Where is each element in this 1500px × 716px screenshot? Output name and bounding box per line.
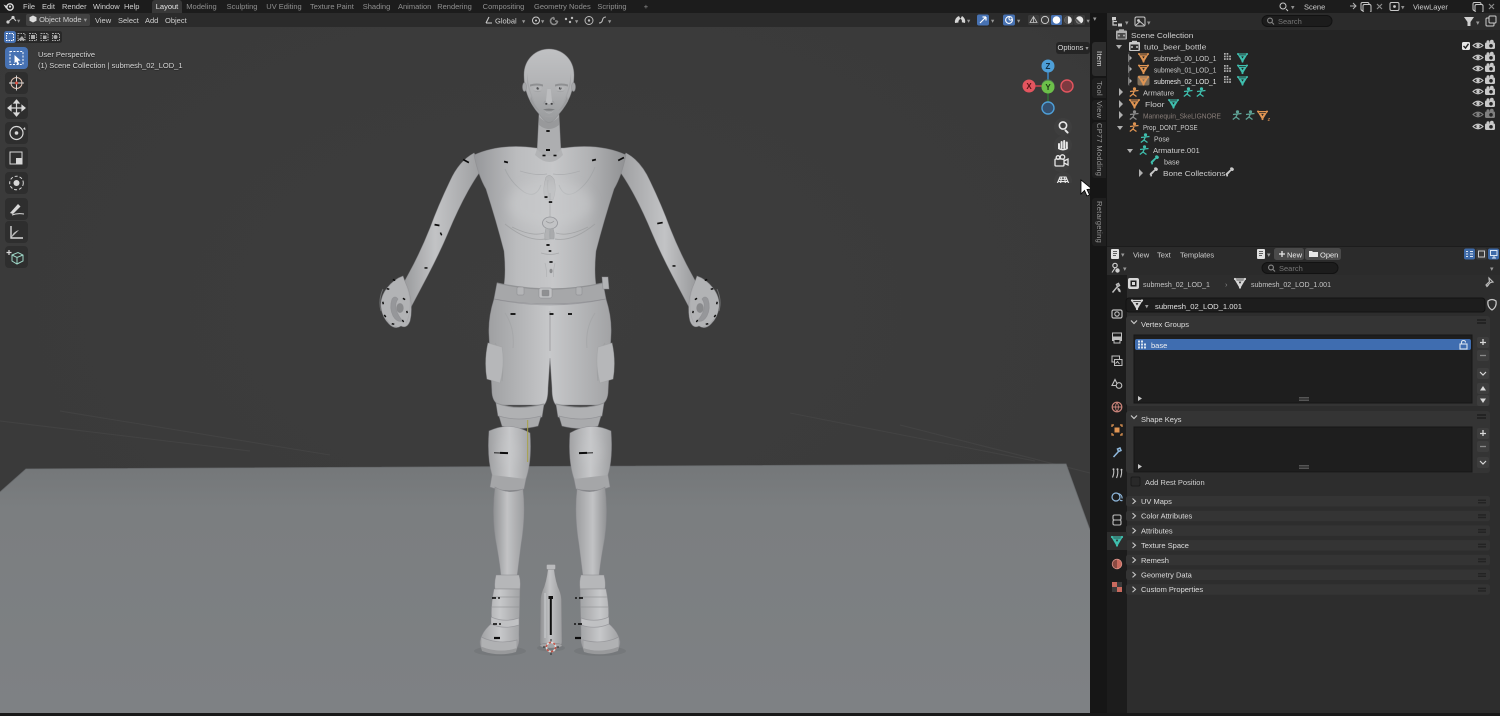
svg-text:▾: ▾ xyxy=(1147,20,1151,27)
svg-text:▾: ▾ xyxy=(1490,266,1494,273)
svg-text:submesh_02_LOD_1.001: submesh_02_LOD_1.001 xyxy=(1155,302,1242,311)
svg-text:Mannequin_SkeLIGNORE: Mannequin_SkeLIGNORE xyxy=(1143,112,1221,121)
svg-text:Bone Collections: Bone Collections xyxy=(1163,169,1226,178)
svg-text:submesh_02_LOD_1: submesh_02_LOD_1 xyxy=(1143,280,1210,289)
svg-text:▾: ▾ xyxy=(1401,5,1405,12)
svg-text:Search: Search xyxy=(1279,264,1303,273)
svg-text:ViewLayer: ViewLayer xyxy=(1413,3,1448,12)
svg-text:Global: Global xyxy=(495,17,517,26)
svg-text:Armature: Armature xyxy=(1143,89,1174,98)
svg-text:▾: ▾ xyxy=(1476,20,1480,27)
svg-text:base: base xyxy=(1164,158,1180,167)
svg-text:Texture Space: Texture Space xyxy=(1141,541,1189,550)
svg-text:submesh_00_LOD_1: submesh_00_LOD_1 xyxy=(1154,54,1216,63)
svg-text:▾: ▾ xyxy=(1145,304,1149,311)
svg-text:View: View xyxy=(1133,251,1150,260)
svg-text:Open: Open xyxy=(1320,251,1338,260)
svg-text:▾: ▾ xyxy=(608,19,612,26)
svg-text:▾: ▾ xyxy=(1125,20,1129,27)
svg-text:z: z xyxy=(1268,117,1271,123)
svg-text:▾: ▾ xyxy=(1121,252,1125,259)
svg-text:Color Attributes: Color Attributes xyxy=(1141,512,1193,521)
svg-text:Floor: Floor xyxy=(1145,100,1165,109)
svg-text:X: X xyxy=(1026,82,1032,91)
svg-text:base: base xyxy=(1151,341,1167,350)
svg-text:Shape Keys: Shape Keys xyxy=(1141,415,1182,424)
svg-text:Prop_DONT_POSE: Prop_DONT_POSE xyxy=(1143,123,1198,132)
svg-text:▾: ▾ xyxy=(522,19,526,26)
svg-text:▾: ▾ xyxy=(541,19,545,26)
svg-text:Remesh: Remesh xyxy=(1141,556,1169,565)
svg-text:Search: Search xyxy=(1278,17,1302,26)
svg-text:▾: ▾ xyxy=(1123,266,1127,273)
svg-text:Scene: Scene xyxy=(1304,3,1325,12)
svg-text:▾: ▾ xyxy=(575,19,579,26)
svg-text:▾: ▾ xyxy=(17,18,21,25)
svg-text:Add Rest Position: Add Rest Position xyxy=(1145,478,1205,487)
svg-text:›: › xyxy=(1225,280,1228,289)
svg-text:Scene Collection: Scene Collection xyxy=(1131,31,1193,40)
svg-text:submesh_02_LOD_1: submesh_02_LOD_1 xyxy=(1154,77,1216,86)
svg-text:submesh_01_LOD_1: submesh_01_LOD_1 xyxy=(1154,66,1216,75)
svg-text:Vertex Groups: Vertex Groups xyxy=(1141,320,1189,329)
svg-text:New: New xyxy=(1287,251,1303,260)
svg-text:▾: ▾ xyxy=(1267,252,1271,259)
svg-text:UV Maps: UV Maps xyxy=(1141,497,1172,506)
svg-text:Text: Text xyxy=(1157,251,1172,260)
svg-text:Armature.001: Armature.001 xyxy=(1153,146,1200,155)
svg-text:Y: Y xyxy=(1045,83,1051,92)
svg-text:▾: ▾ xyxy=(967,18,971,25)
svg-text:Z: Z xyxy=(1046,62,1051,71)
svg-text:submesh_02_LOD_1.001: submesh_02_LOD_1.001 xyxy=(1251,280,1331,289)
svg-text:tuto_beer_bottle: tuto_beer_bottle xyxy=(1144,43,1206,52)
svg-text:Templates: Templates xyxy=(1180,251,1214,260)
svg-text:Attributes: Attributes xyxy=(1141,526,1173,535)
svg-text:Geometry Data: Geometry Data xyxy=(1141,571,1193,580)
svg-text:▾: ▾ xyxy=(1291,5,1295,12)
svg-text:▾: ▾ xyxy=(1017,18,1021,25)
svg-text:Pose: Pose xyxy=(1154,135,1170,144)
svg-text:Custom Properties: Custom Properties xyxy=(1141,585,1203,594)
svg-text:▾: ▾ xyxy=(991,18,995,25)
